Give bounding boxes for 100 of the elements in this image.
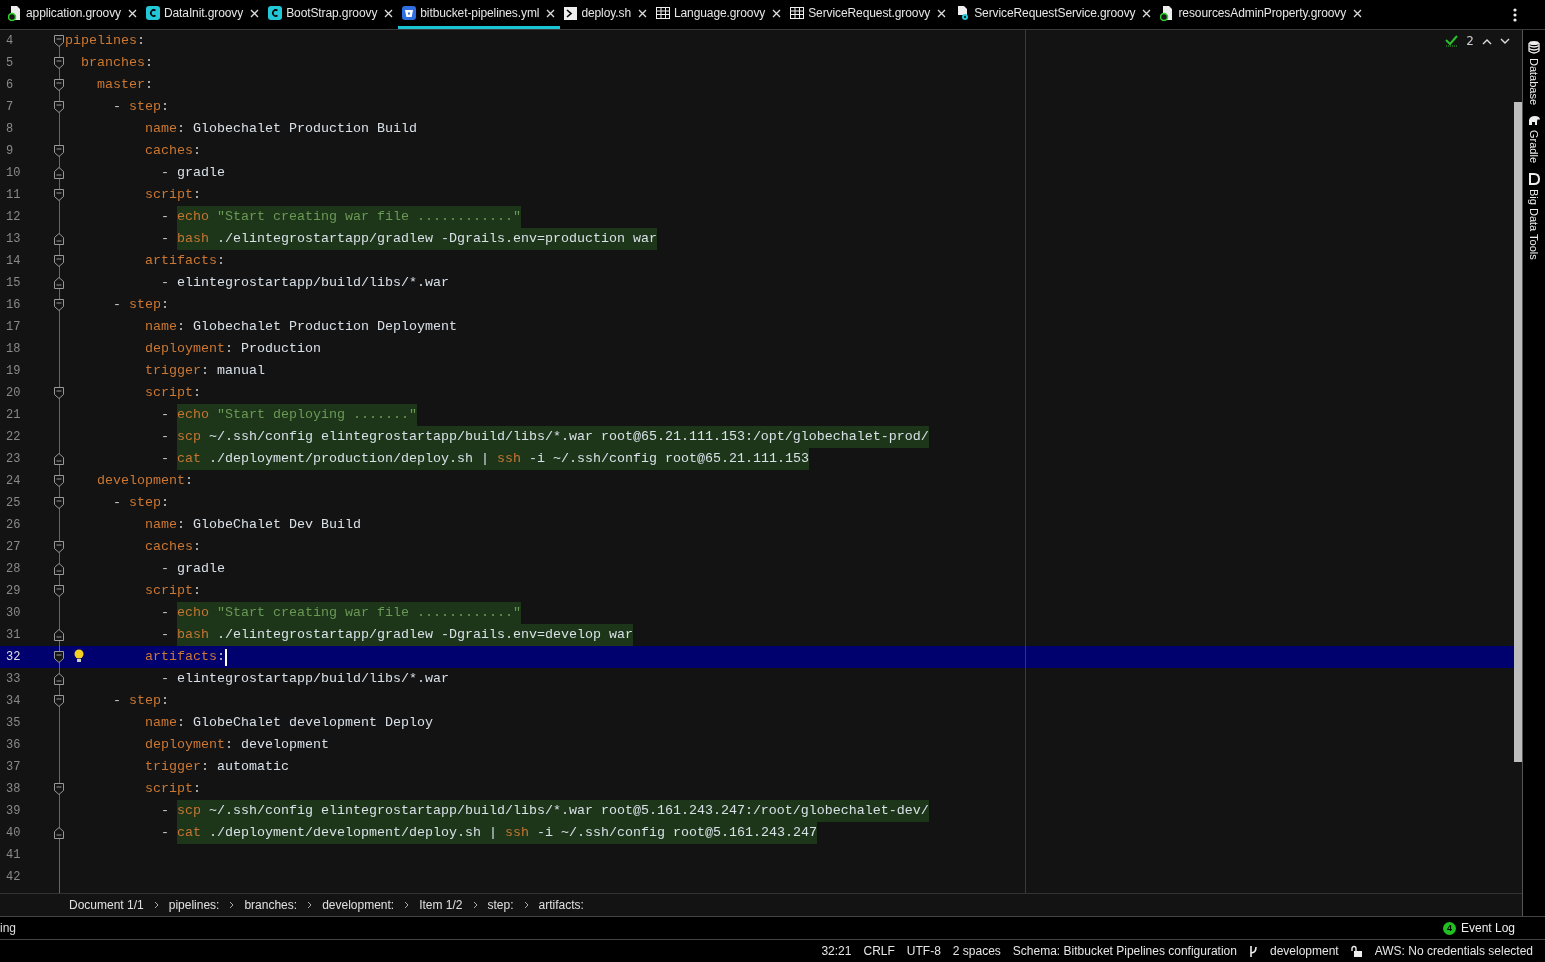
yaml-punctuation: - — [161, 406, 170, 424]
bucket-icon — [402, 6, 417, 20]
editor-tab[interactable]: application.groovy — [4, 0, 142, 29]
fold-marker-icon[interactable] — [54, 101, 64, 113]
yaml-punctuation: - — [161, 164, 170, 182]
fold-marker-icon[interactable] — [54, 827, 64, 839]
line-separator[interactable]: CRLF — [863, 944, 895, 958]
service-file-icon — [955, 5, 971, 21]
fold-marker-icon[interactable] — [54, 673, 64, 685]
editor-tab[interactable]: DataInit.groovy — [141, 0, 265, 29]
tool-window-button[interactable]: Big Data Tools — [1528, 173, 1540, 260]
fold-marker-icon[interactable] — [54, 145, 64, 157]
yaml-key: step — [129, 96, 161, 118]
close-icon[interactable] — [127, 8, 137, 18]
branch-icon — [1249, 944, 1258, 958]
tool-window-button[interactable]: Gradle — [1527, 115, 1541, 164]
yaml-value: GlobeChalet development Deploy — [193, 714, 433, 732]
event-log-button[interactable]: 4 Event Log — [1442, 921, 1515, 935]
indent-setting[interactable]: 2 spaces — [952, 944, 1001, 958]
fold-marker-icon[interactable] — [54, 233, 64, 245]
fold-marker-icon[interactable] — [54, 255, 64, 267]
yaml-punctuation: - — [113, 494, 122, 512]
breadcrumb[interactable]: Document 1/1 — [69, 898, 144, 912]
close-icon[interactable] — [1142, 8, 1152, 18]
git-branch[interactable]: development — [1270, 944, 1339, 958]
lightbulb-icon[interactable] — [74, 649, 84, 663]
close-icon[interactable] — [772, 8, 782, 18]
line-number: 25 — [5, 496, 22, 510]
fold-marker-icon[interactable] — [54, 563, 64, 575]
yaml-punctuation: - — [161, 208, 170, 226]
problem-count: 2 — [1466, 34, 1474, 48]
fold-marker-icon[interactable] — [54, 585, 64, 597]
editor-tab[interactable]: BootStrap.groovy — [264, 0, 399, 29]
fold-marker-icon[interactable] — [54, 453, 64, 465]
close-icon[interactable] — [937, 8, 947, 18]
fold-marker-icon[interactable] — [54, 189, 64, 201]
editor-tab[interactable]: ServiceRequest.groovy — [786, 0, 952, 29]
chevron-down-icon[interactable] — [1500, 37, 1510, 45]
yaml-key: name — [145, 712, 177, 734]
shell-argument: ~/.ssh/config elintegrostartapp/build/libs/*.war root@5.161.243.247:/root/globechalet-dev/ — [209, 800, 929, 822]
close-icon[interactable] — [1353, 8, 1363, 18]
editor-tab[interactable]: deploy.sh — [560, 0, 652, 29]
unlocked-icon[interactable] — [1350, 945, 1363, 957]
fold-marker-icon[interactable] — [54, 299, 64, 311]
yaml-value: automatic — [217, 758, 289, 776]
editor-tab[interactable]: ServiceRequestService.groovy — [951, 0, 1157, 29]
aws-credentials[interactable]: AWS: No credentials selected — [1374, 944, 1533, 958]
fold-marker-icon[interactable] — [54, 475, 64, 487]
fold-marker-icon[interactable] — [54, 695, 64, 707]
yaml-punctuation: : — [201, 758, 210, 776]
line-number: 26 — [5, 518, 22, 532]
fold-marker-icon[interactable] — [54, 497, 64, 509]
chevron-up-icon[interactable] — [1482, 37, 1492, 45]
breadcrumb[interactable]: development: — [322, 898, 395, 912]
yaml-punctuation: : — [193, 780, 201, 798]
file-encoding[interactable]: UTF-8 — [906, 944, 941, 958]
fold-marker-icon[interactable] — [54, 35, 64, 47]
yaml-key: script — [145, 580, 193, 602]
scrollbar-thumb[interactable] — [1514, 102, 1522, 762]
editor-tab[interactable]: Language.groovy — [651, 0, 787, 29]
string-literal: "Start creating war file ............" — [217, 602, 521, 624]
line-number: 5 — [5, 56, 15, 70]
yaml-punctuation: - — [113, 98, 122, 116]
yaml-punctuation: - — [113, 296, 122, 314]
caret-position[interactable]: 32:21 — [821, 944, 852, 958]
line-number: 18 — [5, 342, 22, 356]
yaml-value: gradle — [177, 164, 225, 182]
fold-marker-icon[interactable] — [54, 167, 64, 179]
yaml-punctuation: : — [201, 362, 210, 380]
line-number: 10 — [5, 166, 22, 180]
check-icon[interactable] — [1445, 35, 1459, 47]
close-icon[interactable] — [250, 8, 260, 18]
breadcrumb[interactable]: Item 1/2 — [419, 898, 463, 912]
fold-marker-icon[interactable] — [54, 387, 64, 399]
yaml-punctuation: : — [217, 648, 225, 666]
more-icon[interactable] — [1513, 7, 1517, 22]
fold-marker-icon[interactable] — [54, 651, 64, 663]
yaml-punctuation: : — [193, 142, 201, 160]
close-icon[interactable] — [384, 8, 394, 18]
schema-selector[interactable]: Schema: Bitbucket Pipelines configuration — [1012, 944, 1237, 958]
fold-marker-icon[interactable] — [54, 541, 64, 553]
yaml-key: name — [145, 316, 177, 338]
line-number: 4 — [5, 34, 15, 48]
line-number: 17 — [5, 320, 22, 334]
breadcrumb[interactable]: artifacts: — [538, 898, 584, 912]
yaml-key: pipelines — [65, 30, 137, 52]
close-icon[interactable] — [546, 8, 556, 18]
fold-marker-icon[interactable] — [54, 629, 64, 641]
fold-marker-icon[interactable] — [54, 277, 64, 289]
fold-marker-icon[interactable] — [54, 783, 64, 795]
editor-tab[interactable]: resourcesAdminProperty.groovy — [1156, 0, 1368, 29]
line-number: 21 — [5, 408, 22, 422]
close-icon[interactable] — [637, 8, 647, 18]
breadcrumb[interactable]: branches: — [244, 898, 298, 912]
breadcrumb[interactable]: pipelines: — [168, 898, 220, 912]
fold-marker-icon[interactable] — [54, 57, 64, 69]
breadcrumb[interactable]: step: — [487, 898, 514, 912]
yaml-value: Globechalet Production Deployment — [193, 318, 457, 336]
fold-marker-icon[interactable] — [54, 79, 64, 91]
tool-window-button[interactable]: Database — [1528, 40, 1540, 106]
